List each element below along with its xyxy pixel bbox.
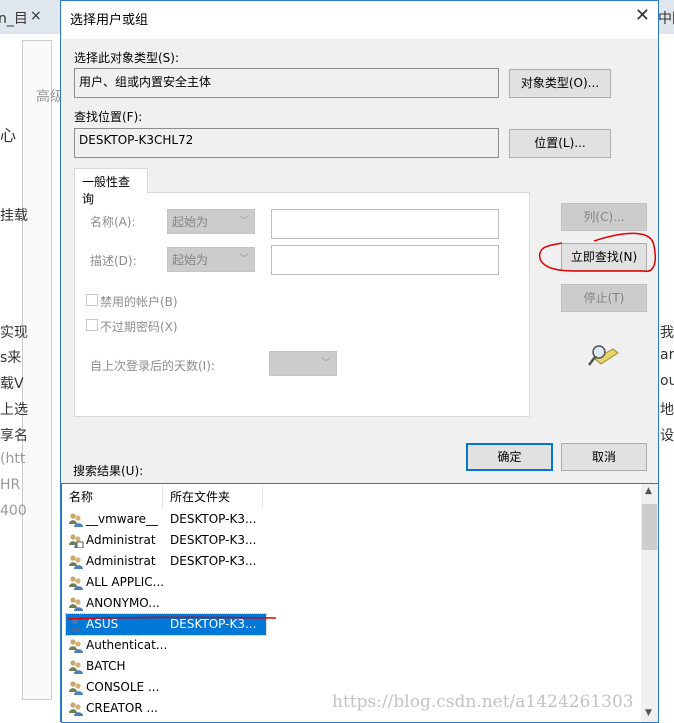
item-name: ANONYMO... [86, 596, 160, 610]
bg-text: 400 [0, 503, 27, 519]
locations-button[interactable]: 位置(L)... [509, 129, 611, 158]
item-name: Authenticat... [86, 638, 168, 652]
tab-general-query[interactable]: 一般性查询 [74, 168, 148, 206]
list-item[interactable]: ANONYMO... [66, 593, 266, 614]
group-icon [69, 639, 83, 653]
title-bar: 选择用户或组 ✕ [61, 1, 658, 39]
bg-text: ou [660, 373, 674, 389]
red-annotation-circle [538, 232, 656, 273]
item-name: CREATOR ... [86, 701, 158, 715]
item-name: Administrat [86, 554, 156, 568]
bg-tab-close: × [30, 8, 42, 24]
bg-text: 心 [0, 126, 17, 145]
bg-text: 载V [0, 376, 24, 392]
bg-text: 我 [660, 325, 674, 341]
disabled-accounts-label: 禁用的帐户(B) [100, 295, 178, 309]
search-results-list[interactable]: 名称 所在文件夹 __vmware__ DESKTOP-K3... Administ… [61, 483, 659, 723]
bg-tab-text: 中国 [658, 11, 674, 27]
column-header-name[interactable]: 名称 [62, 486, 163, 508]
list-item[interactable]: BATCH [66, 656, 266, 677]
list-item[interactable]: ALL APPLIC... [66, 572, 266, 593]
group-icon [69, 660, 83, 674]
bg-text: s来 [0, 350, 22, 366]
dialog-title: 选择用户或组 [70, 13, 149, 28]
list-item[interactable]: CONSOLE ... [66, 677, 266, 698]
item-folder: DESKTOP-K3... [170, 512, 257, 526]
name-mode-dropdown[interactable]: 起始为 ﹀ [167, 209, 255, 234]
vertical-scrollbar[interactable]: ▲ ▼ [641, 484, 658, 722]
item-name: ALL APPLIC... [86, 575, 165, 589]
scroll-down-icon[interactable]: ▼ [645, 708, 652, 718]
chevron-down-icon: ﹀ [321, 358, 331, 369]
name-mode-value: 起始为 [172, 215, 209, 229]
chevron-down-icon: ﹀ [239, 216, 249, 227]
columns-button[interactable]: 列(C)... [561, 203, 647, 231]
bg-text: 挂载 [0, 208, 28, 224]
group-icon [69, 555, 83, 569]
stop-button[interactable]: 停止(T) [561, 284, 647, 312]
location-label: 查找位置(F): [74, 110, 143, 124]
item-name: Administrat [86, 533, 156, 547]
bg-text: 设置 [660, 428, 674, 444]
non-expiring-password-checkbox[interactable] [86, 319, 98, 331]
object-type-field: 用户、组或内置安全主体 [74, 68, 499, 98]
group-icon [69, 576, 83, 590]
list-item[interactable]: __vmware__ DESKTOP-K3... [66, 509, 266, 530]
group-icon [69, 513, 83, 527]
item-name: BATCH [86, 659, 126, 673]
bg-text: 上选 [0, 402, 28, 418]
list-item[interactable]: Authenticat... [66, 635, 266, 656]
list-item[interactable]: CREATOR ... [66, 698, 266, 719]
item-name: CONSOLE ... [86, 680, 160, 694]
bg-text: 享名 [0, 428, 28, 444]
disabled-accounts-checkbox[interactable] [86, 294, 98, 306]
chevron-down-icon: ﹀ [239, 254, 249, 265]
red-annotation-underline [67, 616, 277, 620]
item-folder: DESKTOP-K3... [170, 533, 257, 547]
list-item[interactable]: Administrat DESKTOP-K3... [66, 530, 266, 551]
bg-text: 地 [660, 402, 674, 418]
bg-tab-text: n_目 [0, 11, 28, 27]
cancel-button[interactable]: 取消 [561, 443, 647, 471]
group-icon [69, 681, 83, 695]
scrollbar-thumb[interactable] [642, 504, 657, 550]
group-icon [69, 597, 83, 611]
bg-text: 实现 [0, 325, 28, 341]
days-since-logon-dropdown[interactable]: ﹀ [269, 351, 337, 376]
object-types-button[interactable]: 对象类型(O)... [509, 69, 611, 98]
bg-text: (htt [0, 451, 26, 467]
column-header-folder[interactable]: 所在文件夹 [163, 486, 263, 508]
non-expiring-password-label: 不过期密码(X) [100, 320, 178, 334]
location-field: DESKTOP-K3CHL72 [74, 128, 499, 158]
description-mode-dropdown[interactable]: 起始为 ﹀ [167, 247, 255, 272]
days-since-logon-label: 自上次登录后的天数(I): [90, 359, 215, 373]
list-item[interactable]: Administrat DESKTOP-K3... [66, 551, 266, 572]
item-folder: DESKTOP-K3... [170, 554, 257, 568]
ok-button[interactable]: 确定 [466, 443, 553, 471]
select-users-dialog: 选择用户或组 ✕ 选择此对象类型(S): 用户、组或内置安全主体 对象类型(O)… [60, 0, 659, 723]
scroll-up-icon[interactable]: ▲ [645, 486, 652, 496]
description-mode-value: 起始为 [172, 253, 209, 267]
description-input[interactable] [271, 245, 499, 275]
bg-window [22, 40, 52, 700]
close-icon[interactable]: ✕ [635, 5, 650, 26]
name-input[interactable] [271, 209, 499, 239]
search-magnifier-icon [588, 345, 619, 366]
object-type-label: 选择此对象类型(S): [74, 51, 180, 65]
bg-text: ar [660, 347, 674, 363]
group-icon [69, 702, 83, 716]
description-label: 描述(D): [90, 254, 137, 268]
admin-user-icon [69, 534, 84, 548]
search-results-label: 搜索结果(U): [73, 464, 144, 478]
bg-text: HR [0, 477, 21, 493]
item-name: __vmware__ [86, 512, 159, 526]
name-label: 名称(A): [90, 215, 136, 229]
watermark: https://blog.csdn.net/a1424261303 [332, 692, 634, 712]
